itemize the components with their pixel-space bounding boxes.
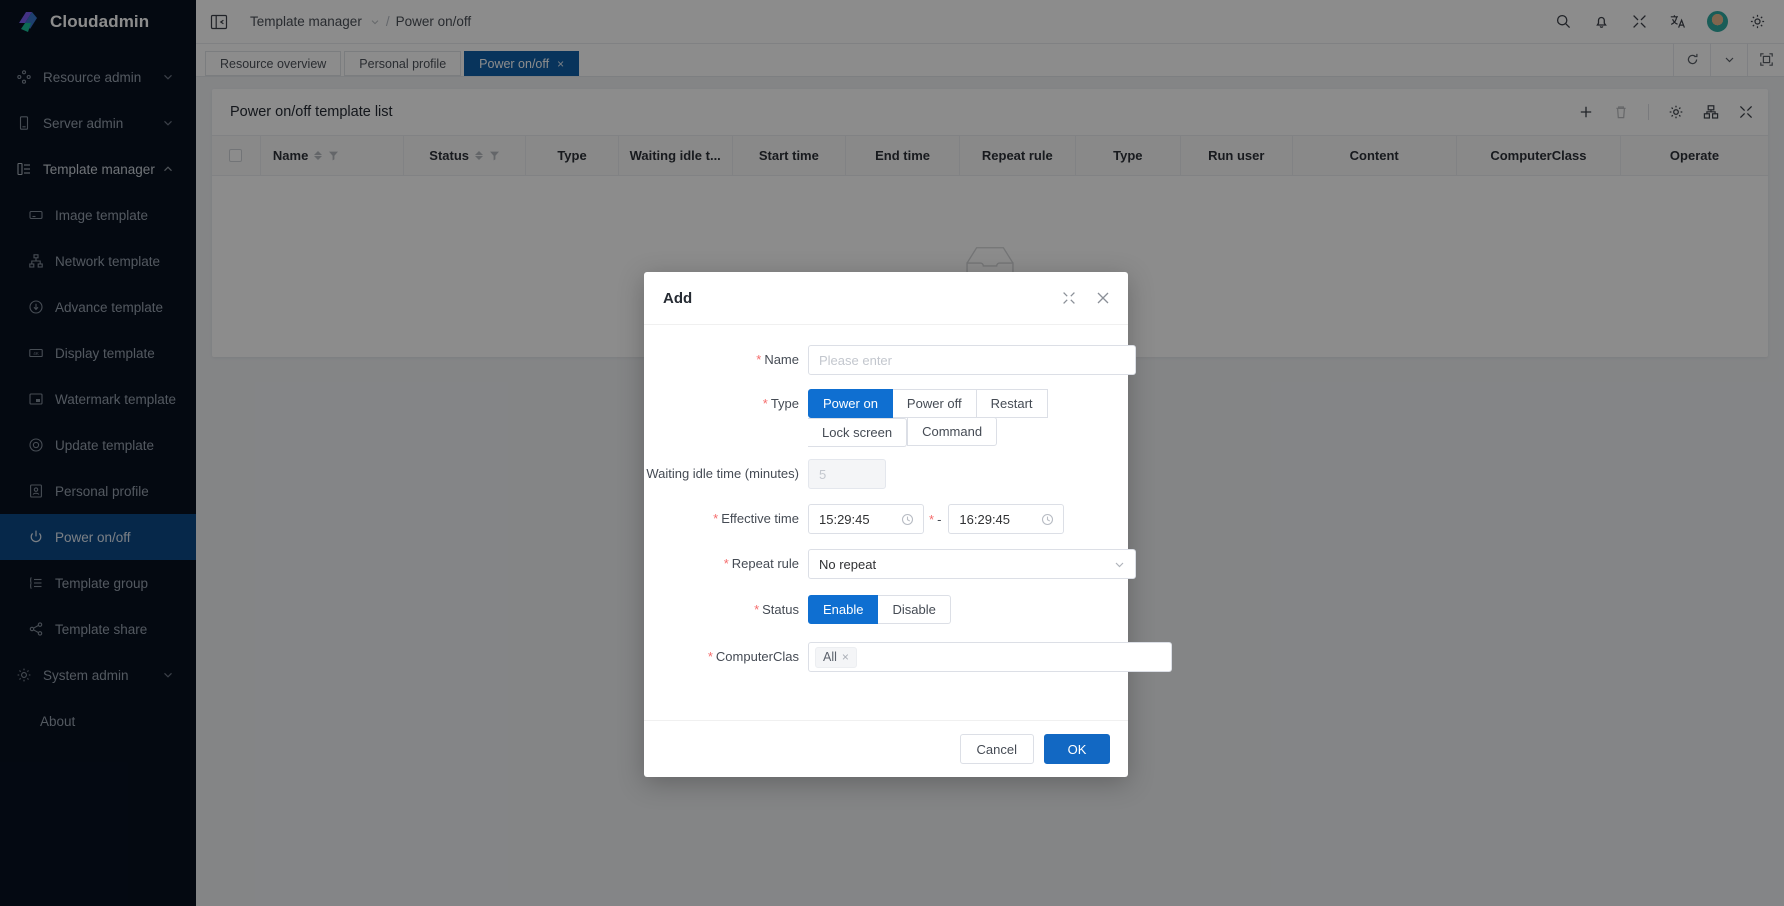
- required-asterisk: *: [756, 352, 762, 367]
- required-asterisk: *: [723, 556, 729, 571]
- status-option-enable[interactable]: Enable: [808, 595, 879, 624]
- form-row-type: * Type Power on Power off Restart Lock sc…: [644, 389, 1114, 447]
- dialog-footer: Cancel OK: [644, 720, 1128, 777]
- type-option-lock-screen[interactable]: Lock screen: [808, 418, 908, 447]
- tag-remove-icon[interactable]: ×: [842, 650, 849, 664]
- repeat-rule-select[interactable]: No repeat: [808, 549, 1136, 579]
- maximize-icon[interactable]: [1062, 291, 1076, 305]
- name-label: * Name: [644, 345, 808, 367]
- close-icon[interactable]: [1096, 291, 1110, 305]
- form-row-effective-time: * Effective time 15:29:45 * - 16:29:45: [644, 504, 1114, 534]
- start-time-value: 15:29:45: [819, 511, 870, 527]
- label-text: Name: [764, 352, 799, 367]
- end-time-value: 16:29:45: [959, 511, 1011, 527]
- form-row-status: * Status Enable Disable: [644, 595, 1114, 624]
- name-input[interactable]: [808, 345, 1136, 375]
- dialog-body: *Name *Type Power on Power off Restart L…: [644, 325, 1172, 720]
- required-asterisk: *: [754, 602, 760, 617]
- add-template-dialog: Add * Name Please enter * Type Power on …: [644, 272, 1172, 777]
- computerclass-select[interactable]: All ×: [808, 642, 1172, 672]
- required-asterisk: *: [929, 511, 935, 527]
- clock-icon: [1042, 513, 1054, 525]
- computerclass-label: * ComputerClas: [644, 642, 808, 664]
- effective-time-end-input[interactable]: 16:29:45: [948, 504, 1065, 534]
- form-row-computerclass: * ComputerClas All ×: [644, 642, 1172, 672]
- required-asterisk: *: [707, 649, 713, 664]
- effective-time-label: * Effective time: [644, 504, 808, 526]
- status-radio-group: Enable Disable: [808, 595, 1114, 624]
- repeat-rule-value: No repeat: [819, 556, 877, 572]
- type-option-power-off[interactable]: Power off: [892, 389, 977, 418]
- required-asterisk: *: [713, 511, 719, 526]
- effective-time-range: 15:29:45 * - 16:29:45: [808, 504, 1114, 534]
- label-text: ComputerClas: [715, 649, 799, 664]
- type-option-command[interactable]: Command: [907, 417, 998, 446]
- repeat-rule-label: * Repeat rule: [644, 549, 808, 571]
- application-window: Cloudadmin Resource admin Server admin T…: [0, 0, 1784, 906]
- type-option-restart[interactable]: Restart: [976, 389, 1048, 418]
- tag-label: All: [823, 650, 837, 664]
- form-row-repeat-rule: * Repeat rule No repeat: [644, 549, 1136, 579]
- separator-text: -: [937, 511, 942, 527]
- effective-time-start-input[interactable]: 15:29:45: [808, 504, 924, 534]
- cancel-button[interactable]: Cancel: [959, 734, 1034, 764]
- type-label: * Type: [644, 389, 808, 411]
- label-text: Repeat rule: [731, 556, 799, 571]
- clock-icon: [901, 513, 914, 525]
- chevron-down-icon: [1115, 562, 1124, 567]
- dialog-header-actions: [1062, 291, 1110, 305]
- form-row-name: * Name: [644, 345, 1136, 375]
- dialog-title: Add: [663, 289, 693, 307]
- waiting-idle-time-input[interactable]: [808, 459, 886, 489]
- waiting-idle-time-label: Waiting idle time (minutes): [646, 466, 799, 481]
- status-option-disable[interactable]: Disable: [878, 595, 951, 624]
- computerclass-tag: All ×: [815, 646, 857, 668]
- dialog-header: Add: [644, 272, 1128, 325]
- status-label: * Status: [644, 595, 808, 617]
- label-text: Effective time: [721, 511, 799, 526]
- label-text: Status: [762, 602, 799, 617]
- type-option-power-on[interactable]: Power on: [808, 389, 893, 418]
- required-asterisk: *: [762, 396, 768, 411]
- type-radio-group: Power on Power off Restart Lock screen C…: [808, 389, 1108, 447]
- time-range-separator: * -: [924, 512, 948, 527]
- ok-button[interactable]: OK: [1044, 734, 1110, 764]
- form-row-waiting-idle-time: Waiting idle time (minutes): [644, 459, 1114, 489]
- label-text: Type: [770, 396, 799, 411]
